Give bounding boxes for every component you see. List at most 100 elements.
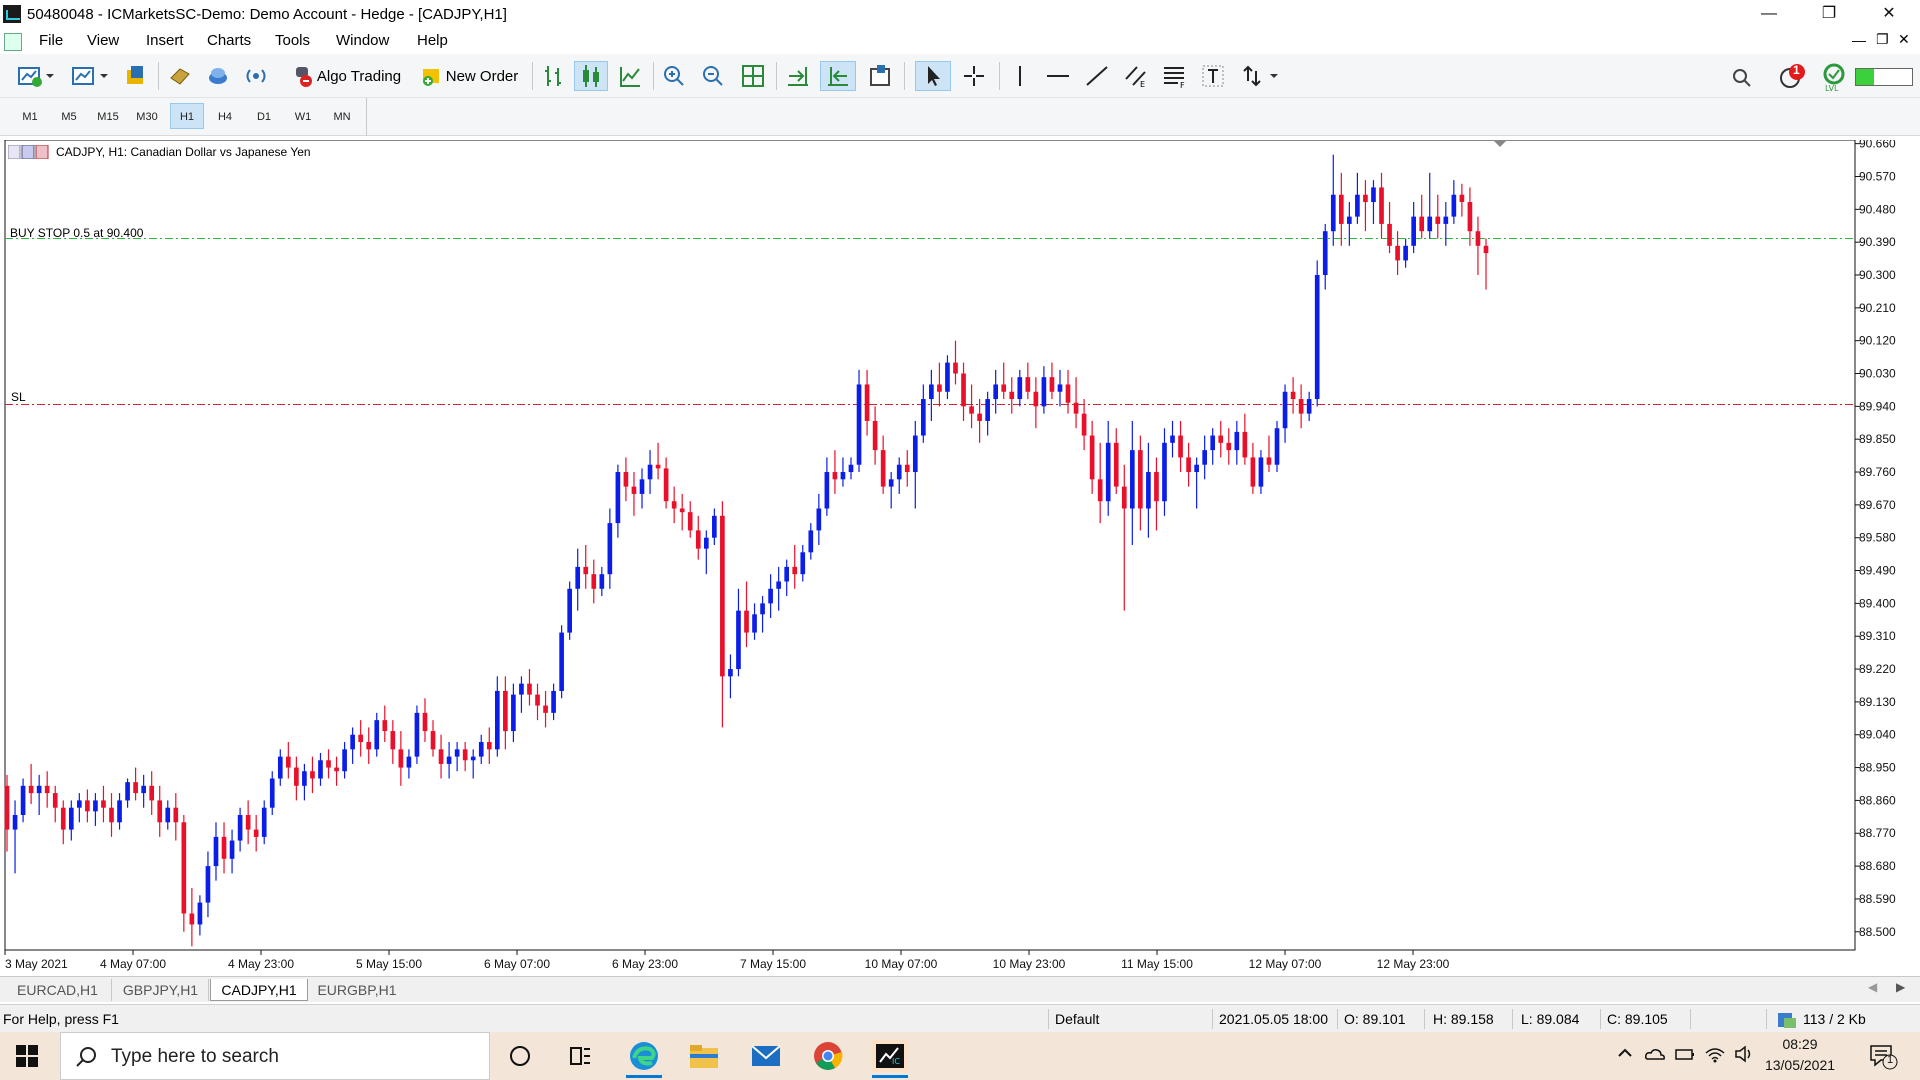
stop-loss-label[interactable]: SL	[11, 390, 26, 404]
tray-time[interactable]: 08:29	[1762, 1036, 1838, 1052]
widgets-icon[interactable]	[562, 1040, 598, 1072]
chart-canvas[interactable]: 90.660 90.570 90.480 90.390 90.300 90.210 90.1…	[0, 140, 1920, 976]
child-restore-button[interactable]: ❐	[1876, 31, 1889, 48]
buy-stop-label[interactable]: BUY STOP 0.5 at 90.400	[10, 226, 143, 240]
templates-icon[interactable]	[863, 61, 897, 91]
tray-date[interactable]: 13/05/2021	[1762, 1057, 1838, 1073]
candle-body	[591, 574, 597, 589]
edge-browser-icon[interactable]	[626, 1040, 662, 1078]
child-close-button[interactable]: ✕	[1898, 31, 1910, 48]
menu-charts[interactable]: Charts	[207, 32, 251, 49]
timeframe-m5[interactable]: M5	[52, 103, 86, 129]
chart-shift-icon[interactable]	[820, 61, 856, 91]
candle-body	[414, 712, 420, 757]
algo-trading-button[interactable]: Algo Trading	[286, 61, 406, 91]
tabs-scroll-left-icon[interactable]: ◀	[1868, 980, 1877, 994]
taskbar-search-input[interactable]: Type here to search	[60, 1032, 490, 1080]
arrows-icon[interactable]	[1236, 61, 1284, 91]
mail-icon[interactable]	[748, 1040, 784, 1072]
status-traffic: 113 / 2 Kb	[1803, 1011, 1866, 1027]
x-tick-label: 4 May 23:00	[228, 957, 294, 971]
candle-body	[752, 614, 757, 633]
svg-text:F: F	[1180, 81, 1185, 89]
strategy-tester-icon[interactable]	[165, 61, 195, 91]
candle-body	[511, 694, 516, 732]
timeframe-h1[interactable]: H1	[170, 103, 204, 129]
zoom-out-icon[interactable]	[697, 61, 729, 91]
chart-menu-icon[interactable]	[7, 144, 50, 160]
task-view-icon[interactable]	[502, 1040, 538, 1072]
timeframe-h4[interactable]: H4	[208, 103, 242, 129]
scroll-to-end-icon[interactable]	[781, 61, 815, 91]
line-chart-icon[interactable]	[614, 61, 646, 91]
tab-eurgbp[interactable]: EURGBP,H1	[309, 979, 405, 1001]
menu-help[interactable]: Help	[417, 32, 448, 49]
signal-level-icon[interactable]: LVL	[1820, 62, 1848, 95]
price-chart[interactable]: 90.660 90.570 90.480 90.390 90.300 90.210 90.1…	[0, 140, 1920, 976]
vertical-line-icon[interactable]	[1004, 61, 1036, 91]
equidistant-channel-icon[interactable]: E	[1118, 61, 1154, 91]
tab-eurcad[interactable]: EURCAD,H1	[4, 979, 112, 1001]
volume-icon[interactable]	[1734, 1045, 1756, 1066]
timeframe-toolbar: M1 M5 M15 M30 H1 H4 D1 W1 MN	[0, 98, 1920, 136]
bar-chart-icon[interactable]	[537, 61, 569, 91]
timeframe-mn[interactable]: MN	[325, 103, 359, 129]
timeframe-m1[interactable]: M1	[13, 103, 47, 129]
menu-file[interactable]: File	[39, 32, 63, 49]
tabs-scroll-right-icon[interactable]: ▶	[1896, 980, 1905, 994]
cursor-icon[interactable]	[915, 61, 951, 91]
zoom-in-icon[interactable]	[658, 61, 690, 91]
tile-windows-icon[interactable]	[737, 61, 769, 91]
menu-window[interactable]: Window	[336, 32, 389, 49]
candle-body	[1330, 194, 1336, 232]
metatrader-icon[interactable]: IC	[872, 1040, 908, 1078]
candle-body	[430, 731, 436, 750]
trend-line-icon[interactable]	[1080, 61, 1114, 91]
menu-view[interactable]: View	[87, 32, 119, 49]
tab-gbpjpy[interactable]: GBPJPY,H1	[113, 979, 209, 1001]
document-icon[interactable]	[4, 33, 22, 51]
file-explorer-icon[interactable]	[686, 1040, 722, 1072]
traffic-icon	[1776, 1010, 1798, 1033]
new-order-button[interactable]: New Order	[414, 61, 524, 91]
minimize-button[interactable]: —	[1746, 0, 1792, 30]
tray-overflow-icon[interactable]	[1616, 1044, 1634, 1065]
text-label-icon[interactable]	[1196, 61, 1230, 91]
candle-body	[133, 782, 138, 794]
menu-insert[interactable]: Insert	[146, 32, 184, 49]
horizontal-line-icon[interactable]	[1041, 61, 1075, 91]
timeframe-d1[interactable]: D1	[247, 103, 281, 129]
new-chart-icon[interactable]	[12, 61, 60, 91]
candle-body	[1467, 202, 1473, 232]
close-button[interactable]: ✕	[1866, 0, 1912, 30]
status-bar: For Help, press F1 Default 2021.05.05 18…	[0, 1004, 1920, 1032]
timeframe-w1[interactable]: W1	[286, 103, 320, 129]
menu-tools[interactable]: Tools	[275, 32, 310, 49]
onedrive-icon[interactable]	[1644, 1046, 1666, 1065]
candlestick-chart-icon[interactable]	[574, 61, 608, 91]
candle-body	[1041, 377, 1047, 407]
action-center-icon[interactable]: 1	[1868, 1042, 1898, 1075]
market-watch-icon[interactable]	[120, 61, 150, 91]
profiles-icon[interactable]	[66, 61, 114, 91]
crosshair-icon[interactable]	[956, 61, 992, 91]
battery-icon[interactable]	[1674, 1046, 1696, 1065]
candle-body	[334, 767, 339, 772]
windows-start-icon[interactable]	[16, 1045, 40, 1070]
timeframe-m15[interactable]: M15	[91, 103, 125, 129]
signals-icon[interactable]	[241, 61, 271, 91]
data-window-icon[interactable]	[203, 61, 233, 91]
chart-shift-marker[interactable]	[1494, 141, 1506, 147]
timeframe-m30[interactable]: M30	[130, 103, 164, 129]
search-icon[interactable]	[1731, 67, 1753, 92]
fibonacci-icon[interactable]: F	[1157, 61, 1193, 91]
restore-button[interactable]: ❐	[1806, 0, 1852, 30]
child-minimize-button[interactable]: —	[1852, 32, 1866, 48]
candle-body	[1435, 216, 1441, 224]
candle-body	[438, 749, 444, 764]
chrome-icon[interactable]	[810, 1040, 846, 1072]
tab-cadjpy[interactable]: CADJPY,H1	[210, 979, 308, 1001]
notifications-icon[interactable]: 1	[1778, 62, 1808, 92]
candle-body	[221, 836, 227, 859]
wifi-icon[interactable]	[1704, 1045, 1726, 1066]
